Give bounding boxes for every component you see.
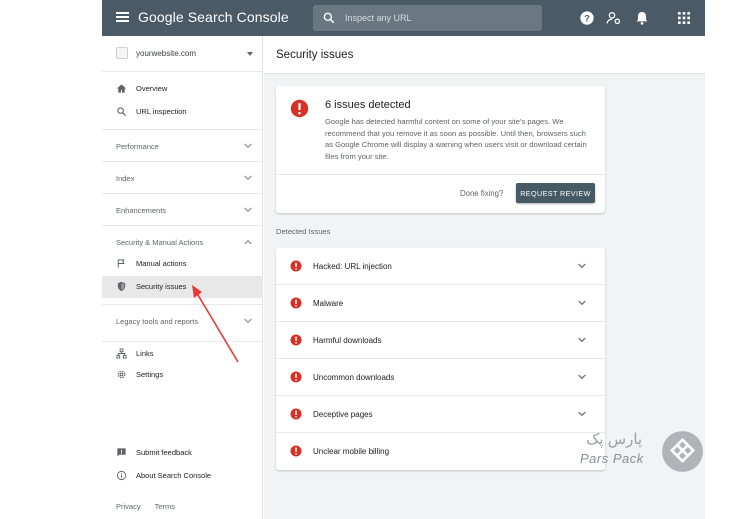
sidebar-item-about[interactable]: About Search Console [102,465,263,487]
section-label: Index [116,174,135,183]
section-label: Security & Manual Actions [116,238,204,247]
sidebar-item-label: Settings [136,370,164,379]
request-review-button[interactable]: REQUEST REVIEW [516,183,595,203]
sidebar-item-overview[interactable]: Overview [102,78,263,100]
property-dropdown-icon [247,52,253,56]
error-alert-icon [290,99,309,118]
sidebar-item-label: URL inspection [136,107,187,116]
done-fixing-label: Done fixing? [460,189,504,198]
sidebar-section-enhancements[interactable]: Enhancements [102,193,263,225]
issues-summary-card: 6 issues detected Google has detected ha… [276,86,605,213]
links-icon [116,348,127,359]
chevron-down-icon[interactable] [578,411,586,417]
issues-count-title: 6 issues detected [325,99,411,111]
chevron-down-icon[interactable] [578,263,586,269]
property-name: yourwebsite.com [136,49,197,58]
sidebar-section-performance[interactable]: Performance [102,129,263,161]
sidebar-footer: Privacy Terms [116,502,189,511]
chevron-down-icon[interactable] [578,374,586,380]
top-app-bar: Google Search Console ? [102,0,705,36]
apps-grid-icon[interactable] [676,10,692,26]
user-settings-icon[interactable] [606,10,622,26]
detected-issues-heading: Detected Issues [276,227,331,236]
url-inspect-input[interactable] [345,9,535,27]
issue-label: Malware [313,299,344,308]
sidebar-item-label: Overview [136,84,168,93]
sidebar-item-label: Security issues [136,282,187,291]
chevron-up-icon [244,239,252,245]
issue-row-malware[interactable]: Malware [276,285,605,322]
section-label: Performance [116,142,159,151]
sidebar-item-url-inspection[interactable]: URL inspection [102,101,263,123]
issue-row-uncommon-downloads[interactable]: Uncommon downloads [276,359,605,396]
issue-label: Uncommon downloads [313,373,395,382]
issue-row-unclear-mobile-billing[interactable]: Unclear mobile billing [276,433,605,470]
property-favicon [116,47,128,59]
chevron-down-icon [244,318,252,324]
terms-link[interactable]: Terms [155,502,175,511]
page-title: Security issues [276,49,354,61]
issue-row-hacked-url-injection[interactable]: Hacked: URL injection [276,248,605,285]
error-alert-icon [290,371,302,383]
notifications-bell-icon[interactable] [634,10,650,26]
product-title: Google Search Console [138,9,289,25]
issue-label: Harmful downloads [313,336,382,345]
search-icon [117,107,127,117]
property-selector[interactable]: yourwebsite.com [102,36,263,72]
privacy-link[interactable]: Privacy [116,502,141,511]
chevron-down-icon [244,175,252,181]
watermark-farsi-text: پارس پک [586,431,643,448]
sidebar-item-label: Manual actions [136,259,187,268]
page-header: Security issues [264,36,705,74]
shield-icon [117,281,126,292]
watermark-latin-text: Pars Pack [580,451,644,466]
info-icon [116,470,127,481]
section-label: Enhancements [116,206,167,215]
error-alert-icon [290,445,302,457]
annotation-arrow [192,285,239,363]
issue-row-harmful-downloads[interactable]: Harmful downloads [276,322,605,359]
url-inspect-search[interactable] [313,5,542,31]
error-alert-icon [290,260,302,272]
sidebar-item-submit-feedback[interactable]: Submit feedback [102,442,263,464]
card-divider [276,174,605,175]
error-alert-icon [290,297,302,309]
sidebar-item-label: Submit feedback [136,448,192,457]
flag-icon [117,259,125,268]
sidebar-section-index[interactable]: Index [102,161,263,193]
home-icon [116,84,127,93]
chevron-down-icon [244,207,252,213]
chevron-down-icon [244,143,252,149]
issues-description: Google has detected harmful content on s… [325,117,587,161]
parspack-logo-icon [662,431,703,472]
sidebar-item-label: About Search Console [136,471,212,480]
sidebar-item-label: Links [136,349,154,358]
issue-label: Unclear mobile billing [313,447,390,456]
navigation-sidebar: yourwebsite.com Overview URL inspection … [102,36,263,519]
help-icon[interactable]: ? [579,10,595,26]
sidebar-item-manual-actions[interactable]: Manual actions [102,253,263,275]
parspack-watermark: پارس پک Pars Pack [580,430,704,472]
issue-row-deceptive-pages[interactable]: Deceptive pages [276,396,605,433]
chevron-down-icon[interactable] [578,337,586,343]
hamburger-menu-icon[interactable] [116,12,129,22]
error-alert-icon [290,334,302,346]
svg-text:?: ? [584,13,590,23]
feedback-icon [117,448,126,457]
issues-list: Hacked: URL injection Malware Harmful do… [276,248,605,470]
issue-label: Hacked: URL injection [313,262,392,271]
error-alert-icon [290,408,302,420]
search-icon [323,12,335,24]
chevron-down-icon[interactable] [578,300,586,306]
issue-label: Deceptive pages [313,410,373,419]
gear-icon [117,370,126,379]
